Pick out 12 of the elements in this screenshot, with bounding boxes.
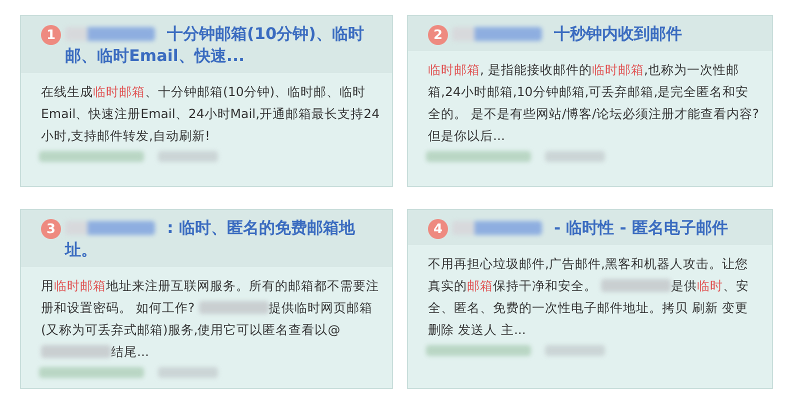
result-snippet: 临时邮箱, 是指能接收邮件的临时邮箱,也称为一次性邮箱,24小时邮箱,10分钟邮箱,可丢弃邮箱,是完全匿名和安全的。 是不是有些网站/博客/论坛必须注册才能查看内容?但是你以后...: [428, 61, 760, 145]
result-title[interactable]: 十分钟邮箱(10分钟)、临时邮、临时Email、快速...: [65, 23, 380, 67]
rank-badge: 1: [41, 25, 61, 45]
rank-badge: 2: [428, 25, 448, 45]
result-snippet: 在线生成临时邮箱、十分钟邮箱(10分钟)、临时邮、临时Email、快速注册Email、24小时Mail,开通邮箱最长支持24小时,支持邮件转发,自动刷新!: [41, 83, 380, 145]
result-title[interactable]: - 临时性 - 匿名电子邮件: [452, 217, 728, 239]
rank-badge: 3: [41, 219, 61, 239]
result-title[interactable]: : 临时、匿名的免费邮箱地址。: [65, 217, 380, 261]
result-snippet: 不用再担心垃圾邮件,广告邮件,黑客和机器人攻击。让您真实的邮箱保持干净和安全。 是供临时、安全、匿名、免费的一次性电子邮件地址。拷贝 刷新 变更删除 发送人 主...: [428, 255, 750, 339]
result-title[interactable]: 十秒钟内收到邮件: [452, 23, 682, 45]
rank-badge: 4: [428, 219, 448, 239]
result-snippet: 用临时邮箱地址来注册互联网服务。所有的邮箱都不需要注册和设置密码。 如何工作? 提供临时网页邮箱(又称为可丢弃式邮箱)服务,使用它可以匿名查看以@ 结尾...: [41, 277, 380, 361]
